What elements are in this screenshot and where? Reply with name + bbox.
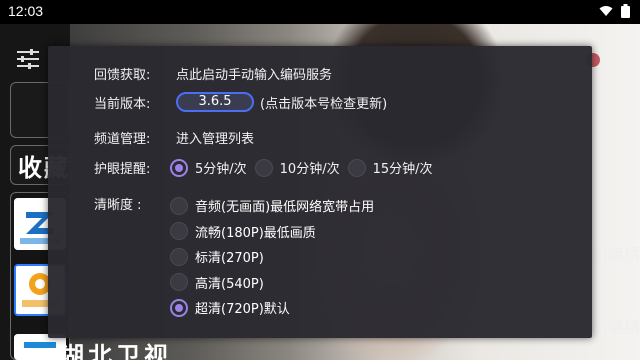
settings-sliders-icon[interactable] (16, 48, 40, 70)
quality-option-720p[interactable]: 超清(720P)默认 (170, 295, 374, 321)
quality-label: 清晰度 : (94, 198, 142, 213)
status-bar: 12:03 (0, 0, 640, 24)
channel-title: 湖北卫视 (60, 342, 172, 360)
eye-care-row: 护眼提醒: 5分钟/次 10分钟/次 15分钟/次 (94, 158, 441, 177)
feedback-row[interactable]: 回馈获取: 点此启动手动输入编码服务 (94, 64, 332, 83)
wifi-icon (599, 6, 613, 16)
battery-icon (621, 4, 630, 18)
program-text-2: 5:锦绣 (592, 318, 640, 337)
settings-dialog: 回馈获取: 点此启动手动输入编码服务 当前版本: 3.6.5 (点击版本号检查更… (48, 46, 592, 338)
feedback-action[interactable]: 点此启动手动输入编码服务 (176, 64, 332, 83)
system-icons (599, 4, 630, 18)
quality-option-180p[interactable]: 流畅(180P)最低画质 (170, 219, 374, 245)
quality-row: 清晰度 : (94, 194, 176, 213)
status-time: 12:03 (8, 3, 44, 19)
quality-option-audio[interactable]: 音频(无画面)最低网络宽带占用 (170, 193, 374, 219)
channel-management-row[interactable]: 频道管理: 进入管理列表 (94, 128, 254, 147)
eye-care-option-15min[interactable]: 15分钟/次 (347, 158, 433, 177)
version-label: 当前版本: (94, 96, 151, 112)
radio-unselected-icon (170, 273, 188, 292)
channel-management-label: 频道管理: (94, 132, 151, 147)
radio-selected-icon (170, 158, 188, 177)
eye-care-option-5min[interactable]: 5分钟/次 (170, 158, 247, 177)
version-hint: (点击版本号检查更新) (260, 96, 388, 112)
radio-unselected-icon (347, 158, 366, 177)
radio-unselected-icon (170, 222, 188, 241)
radio-unselected-icon (254, 158, 273, 177)
radio-unselected-icon (170, 247, 188, 266)
quality-option-270p[interactable]: 标清(270P) (170, 244, 374, 270)
version-row: 当前版本: 3.6.5 (点击版本号检查更新) (94, 92, 387, 112)
radio-unselected-icon (170, 196, 188, 215)
feedback-label: 回馈获取: (94, 68, 151, 83)
quality-options: 音频(无画面)最低网络宽带占用 流畅(180P)最低画质 标清(270P) 高清… (170, 193, 382, 321)
radio-selected-icon (170, 298, 188, 317)
program-text-1: 5:锦绣 (592, 245, 640, 264)
version-button[interactable]: 3.6.5 (176, 92, 254, 112)
channel-management-action[interactable]: 进入管理列表 (176, 128, 254, 147)
eye-care-label: 护眼提醒: (94, 162, 151, 177)
quality-option-540p[interactable]: 高清(540P) (170, 270, 374, 296)
eye-care-option-10min[interactable]: 10分钟/次 (254, 158, 340, 177)
eye-care-options: 5分钟/次 10分钟/次 15分钟/次 (170, 158, 441, 177)
